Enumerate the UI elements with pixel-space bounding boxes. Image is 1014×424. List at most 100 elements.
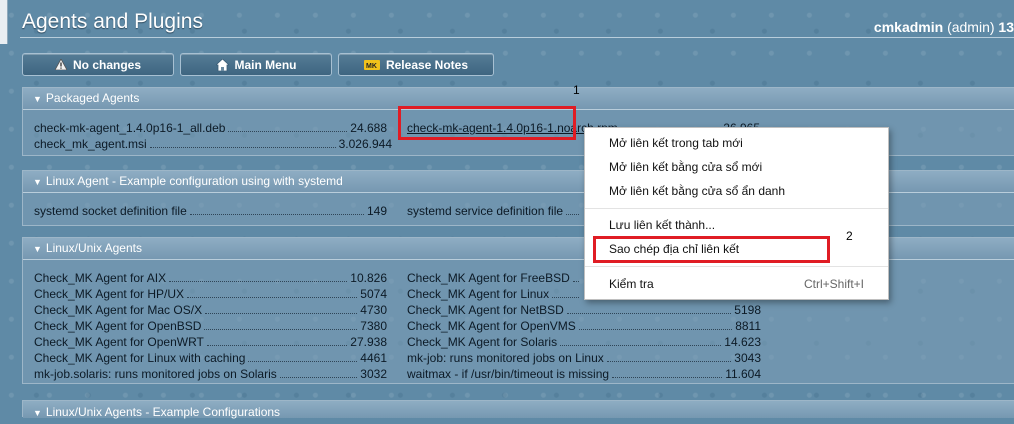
file-name[interactable]: Check_MK Agent for Solaris — [407, 335, 560, 349]
context-menu: Mở liên kết trong tab mới Mở liên kết bằ… — [584, 127, 889, 300]
file-name[interactable]: mk-job: runs monitored jobs on Linux — [407, 351, 607, 365]
example-configs-header[interactable]: ▼ Linux/Unix Agents - Example Configurati… — [23, 401, 1014, 419]
file-entry[interactable]: mk-job.solaris: runs monitored jobs on S… — [34, 365, 387, 381]
highlight-box-copy-link — [593, 236, 830, 263]
leader-dots — [279, 377, 358, 378]
leader-dots — [612, 377, 723, 378]
file-entry[interactable]: Check_MK Agent for OpenVMS 8811 — [407, 317, 761, 333]
main-menu-label: Main Menu — [234, 57, 297, 72]
home-icon — [215, 58, 229, 71]
file-name[interactable]: Check_MK Agent for FreeBSD — [407, 271, 573, 285]
file-name[interactable]: check-mk-agent_1.4.0p16-1_all.deb — [34, 121, 228, 135]
no-changes-button[interactable]: No changes — [22, 53, 174, 76]
step-number-1: 1 — [573, 83, 580, 97]
mk-logo-icon: MK — [363, 59, 380, 70]
menu-inspect[interactable]: Kiểm tra Ctrl+Shift+I — [609, 273, 864, 295]
leader-dots — [560, 345, 722, 346]
file-entry[interactable]: systemd service definition file — [407, 202, 582, 218]
file-name[interactable]: Check_MK Agent for OpenVMS — [407, 319, 579, 333]
leader-dots — [149, 147, 336, 148]
collapse-triangle-icon: ▼ — [33, 408, 42, 418]
leader-dots — [187, 297, 358, 298]
file-entry[interactable]: waitmax - if /usr/bin/timeout is missing… — [407, 365, 761, 381]
leader-dots — [566, 214, 579, 215]
title-divider — [20, 37, 1014, 38]
collapse-triangle-icon: ▼ — [33, 177, 42, 187]
menu-open-incognito[interactable]: Mở liên kết bằng cửa sổ ẩn danh — [609, 180, 864, 202]
menu-separator — [585, 208, 888, 209]
leader-dots — [205, 313, 358, 314]
file-size: 24.688 — [350, 121, 387, 135]
menu-open-new-tab[interactable]: Mở liên kết trong tab mới — [609, 132, 864, 154]
file-size: 3043 — [734, 351, 761, 365]
main-menu-button[interactable]: Main Menu — [180, 53, 332, 76]
file-entry[interactable]: Check_MK Agent for Linux with caching 446… — [34, 349, 387, 365]
file-entry[interactable]: Check_MK Agent for AIX 10.826 — [34, 269, 387, 285]
menu-open-new-window[interactable]: Mở liên kết bằng cửa sổ mới — [609, 156, 864, 178]
leader-dots — [552, 297, 579, 298]
packaged-agents-title: Packaged Agents — [45, 91, 140, 105]
header-extra: 13 — [998, 19, 1014, 35]
file-entry[interactable]: systemd socket definition file 149 — [34, 202, 387, 218]
menu-label: Mở liên kết trong tab mới — [609, 136, 743, 150]
release-notes-label: Release Notes — [385, 57, 469, 72]
file-entry[interactable]: check_mk_agent.msi 3.026.944 — [34, 135, 392, 151]
file-size: 5198 — [734, 303, 761, 317]
collapse-triangle-icon: ▼ — [33, 244, 42, 254]
file-name[interactable]: Check_MK Agent for HP/UX — [34, 287, 187, 301]
menu-save-link[interactable]: Lưu liên kết thành... — [609, 214, 864, 236]
release-notes-button[interactable]: MK Release Notes — [338, 53, 494, 76]
file-name[interactable]: Check_MK Agent for Mac OS/X — [34, 303, 205, 317]
file-size: 4461 — [360, 351, 387, 365]
collapse-triangle-icon: ▼ — [33, 94, 42, 104]
file-entry[interactable]: Check_MK Agent for Solaris 14.623 — [407, 333, 761, 349]
user-role: (admin) — [947, 19, 995, 35]
left-frame-edge — [0, 0, 8, 44]
file-size: 11.604 — [725, 367, 761, 381]
file-name[interactable]: check_mk_agent.msi — [34, 137, 150, 151]
file-entry[interactable]: Check_MK Agent for Linux — [407, 285, 582, 301]
file-entry[interactable]: Check_MK Agent for OpenWRT 27.938 — [34, 333, 387, 349]
username[interactable]: cmkadmin — [874, 19, 943, 35]
file-size: 8811 — [735, 319, 761, 333]
file-entry[interactable]: Check_MK Agent for OpenBSD 7380 — [34, 317, 387, 333]
file-size: 149 — [366, 204, 387, 218]
step-number-2: 2 — [846, 229, 853, 243]
menu-label: Mở liên kết bằng cửa sổ mới — [609, 160, 763, 174]
file-name[interactable]: systemd service definition file — [407, 204, 566, 218]
file-entry[interactable]: Check_MK Agent for NetBSD 5198 — [407, 301, 761, 317]
file-name[interactable]: Check_MK Agent for OpenWRT — [34, 335, 207, 349]
file-name[interactable]: waitmax - if /usr/bin/timeout is missing — [407, 367, 612, 381]
file-size: 10.826 — [350, 271, 387, 285]
leader-dots — [566, 313, 732, 314]
file-name[interactable]: systemd socket definition file — [34, 204, 190, 218]
user-info: cmkadmin (admin) 13 — [874, 19, 1014, 35]
leader-dots — [578, 329, 733, 330]
menu-separator — [585, 266, 888, 267]
file-name[interactable]: Check_MK Agent for Linux with caching — [34, 351, 248, 365]
leader-dots — [206, 345, 348, 346]
file-entry[interactable]: mk-job: runs monitored jobs on Linux 3043 — [407, 349, 761, 365]
menu-label: Lưu liên kết thành... — [609, 218, 716, 232]
file-name[interactable]: Check_MK Agent for AIX — [34, 271, 169, 285]
leader-dots — [248, 361, 358, 362]
page-title: Agents and Plugins — [22, 10, 203, 33]
file-size: 3032 — [360, 367, 387, 381]
leader-dots — [204, 329, 358, 330]
file-name[interactable]: Check_MK Agent for NetBSD — [407, 303, 567, 317]
unix-agents-title: Linux/Unix Agents — [45, 241, 142, 255]
file-name[interactable]: mk-job.solaris: runs monitored jobs on S… — [34, 367, 280, 381]
menu-label: Kiểm tra — [609, 277, 654, 291]
file-entry[interactable]: Check_MK Agent for HP/UX 5074 — [34, 285, 387, 301]
svg-text:MK: MK — [366, 63, 377, 70]
file-entry[interactable]: check-mk-agent_1.4.0p16-1_all.deb 24.688 — [34, 119, 387, 135]
file-size: 14.623 — [724, 335, 761, 349]
file-entry[interactable]: Check_MK Agent for Mac OS/X 4730 — [34, 301, 387, 317]
leader-dots — [572, 281, 579, 282]
file-entry[interactable]: Check_MK Agent for FreeBSD — [407, 269, 582, 285]
warning-icon — [54, 59, 67, 70]
file-name[interactable]: Check_MK Agent for Linux — [407, 287, 552, 301]
file-size: 3.026.944 — [338, 137, 392, 151]
systemd-title: Linux Agent - Example configuration usin… — [45, 174, 343, 188]
file-name[interactable]: Check_MK Agent for OpenBSD — [34, 319, 204, 333]
